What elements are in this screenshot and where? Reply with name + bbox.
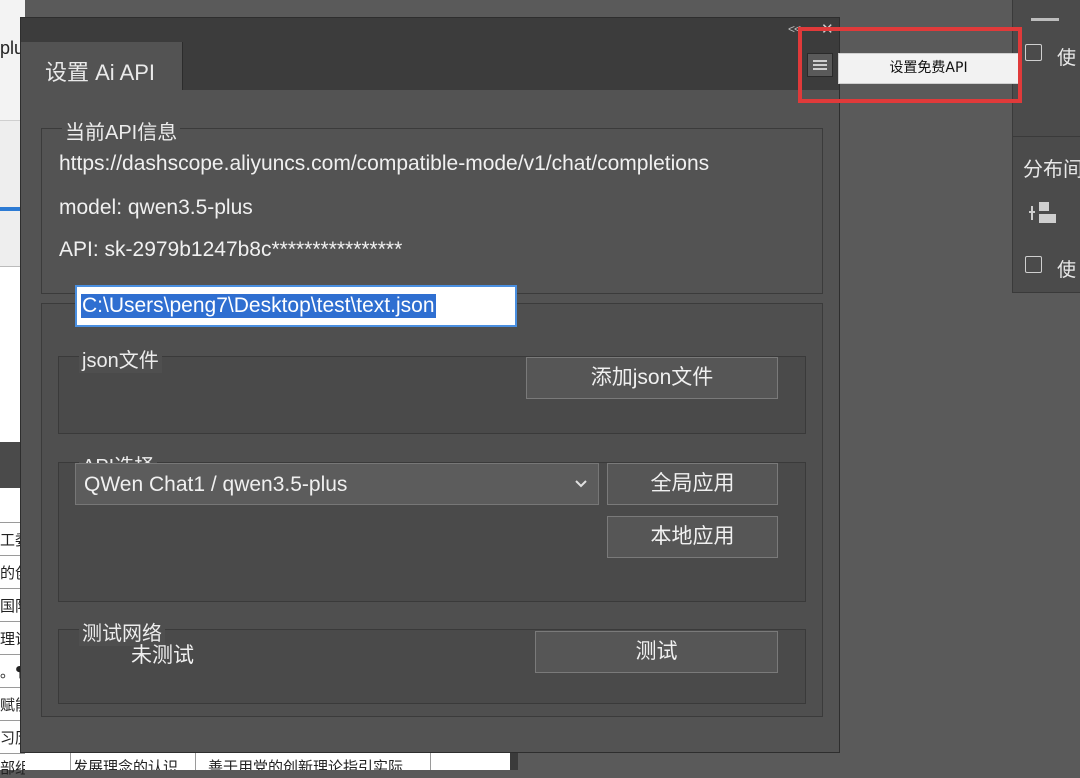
local-apply-button[interactable]: 本地应用 (607, 516, 778, 558)
background-checkbox-label: 使 (1057, 48, 1077, 69)
api-select-dropdown[interactable]: QWen Chat1 / qwen3.5-plus (75, 463, 599, 505)
api-model-text: model: qwen3.5-plus (59, 196, 253, 219)
background-checkbox[interactable] (1025, 256, 1042, 273)
background-row-line (0, 753, 25, 754)
json-file-title: json文件 (79, 344, 162, 373)
distribute-spacing-icon[interactable] (1029, 200, 1059, 228)
background-table-cell: 发展理念的认识 (73, 758, 179, 770)
dialog-titlebar[interactable]: << ✕ (21, 18, 839, 42)
background-section-label: 分布间 (1023, 159, 1080, 181)
highlight-annotation-box (798, 27, 1022, 103)
api-url-text: https://dashscope.aliyuncs.com/compatibl… (59, 152, 710, 175)
align-top-icon (1031, 4, 1059, 21)
api-key-text: API: sk-2979b1247b8c**************** (59, 238, 403, 261)
background-properties-panel: 使 分布间 使 (1012, 0, 1080, 293)
add-json-file-button[interactable]: 添加json文件 (526, 357, 778, 399)
json-path-input[interactable]: C:\Users\peng7\Desktop\test\text.json (75, 285, 517, 327)
test-network-button[interactable]: 测试 (535, 631, 778, 673)
background-text-fragment: 部组 (0, 759, 25, 777)
background-checkbox-label: 使 (1057, 260, 1077, 281)
api-settings-dialog: << ✕ 设置 Ai API 当前API信息 https://dashscope… (20, 17, 840, 753)
background-panel-divider (1013, 136, 1080, 137)
current-api-info-title: 当前API信息 (62, 116, 181, 145)
tab-label: 设置 Ai API (45, 60, 156, 85)
background-blue-indicator (0, 207, 22, 211)
global-apply-button[interactable]: 全局应用 (607, 463, 778, 505)
api-select-value: QWen Chat1 / qwen3.5-plus (84, 473, 348, 496)
tab-ai-api[interactable]: 设置 Ai API (21, 42, 183, 90)
background-table-cell: 善于用党的创新理论指引实际 (208, 758, 404, 770)
dialog-tabbar: 设置 Ai API (21, 42, 839, 90)
chevron-down-icon (575, 480, 587, 488)
json-path-value: C:\Users\peng7\Desktop\test\text.json (81, 294, 436, 318)
network-status-text: 未测试 (131, 644, 194, 667)
background-checkbox[interactable] (1025, 44, 1042, 61)
